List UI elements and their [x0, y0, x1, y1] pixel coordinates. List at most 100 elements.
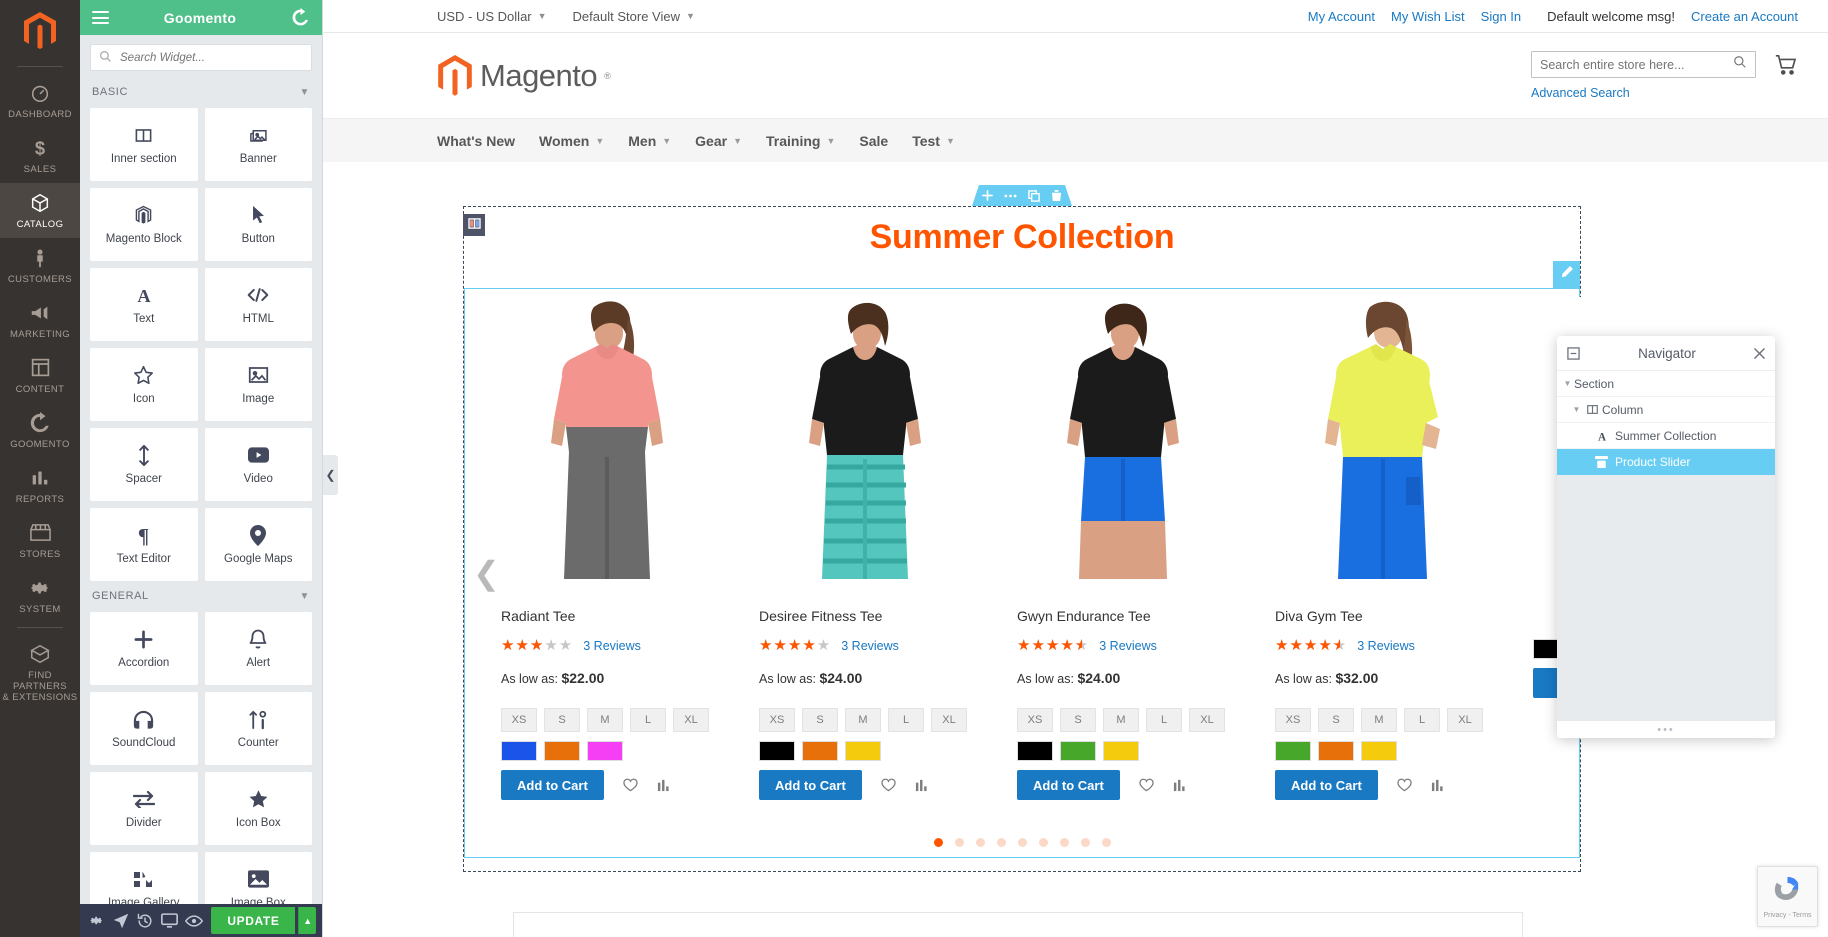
color-swatch[interactable]: [1318, 741, 1354, 761]
size-option[interactable]: L: [630, 708, 666, 732]
sidebar-item-customers[interactable]: CUSTOMERS: [0, 238, 80, 293]
navigator-panel[interactable]: Navigator ▼ Section ▼ Column A Summer Co…: [1557, 336, 1775, 738]
size-option[interactable]: XS: [759, 708, 795, 732]
product-image[interactable]: [1017, 297, 1253, 579]
builder-section[interactable]: Summer Collection ❮ Radiant Tee ★★★★★ ★★…: [463, 206, 1769, 872]
slider-dot[interactable]: [1080, 838, 1090, 847]
compare-icon[interactable]: [657, 778, 671, 792]
widget-icon[interactable]: Icon: [90, 348, 198, 421]
widget-banner[interactable]: Banner: [204, 108, 312, 181]
widget-image[interactable]: Image: [204, 348, 312, 421]
color-swatch[interactable]: [759, 741, 795, 761]
product-name[interactable]: Desiree Fitness Tee: [759, 608, 995, 624]
section-toolbar[interactable]: [972, 185, 1072, 206]
size-option[interactable]: S: [544, 708, 580, 732]
preview-eye-icon[interactable]: [183, 907, 204, 934]
advanced-search-link[interactable]: Advanced Search: [1531, 86, 1756, 100]
slider-dot[interactable]: [1017, 838, 1027, 847]
column-handle[interactable]: [463, 214, 485, 236]
star-rating[interactable]: ★★★★★ ★★★★★: [759, 638, 831, 653]
size-option[interactable]: S: [802, 708, 838, 732]
sign-in-link[interactable]: Sign In: [1481, 9, 1521, 24]
widget-image-box[interactable]: Image Box: [204, 852, 312, 904]
nav-item-test[interactable]: Test ▼: [912, 133, 955, 149]
widget-magento-block[interactable]: Magento Block: [90, 188, 198, 261]
edit-widget-button[interactable]: [1553, 261, 1580, 288]
widget-icon-box[interactable]: Icon Box: [204, 772, 312, 845]
chevron-down-icon[interactable]: ▼: [1570, 405, 1583, 414]
heart-icon[interactable]: [623, 778, 638, 792]
product-card[interactable]: Diva Gym Tee ★★★★★ ★★★★★ 3 Reviews As lo…: [1275, 297, 1533, 800]
widget-counter[interactable]: Counter: [204, 692, 312, 765]
nav-item-sale[interactable]: Sale: [859, 133, 888, 149]
tree-item-column[interactable]: ▼ Column: [1557, 397, 1775, 423]
reviews-link[interactable]: 3 Reviews: [1099, 639, 1157, 653]
my-wish-list-link[interactable]: My Wish List: [1391, 9, 1465, 24]
store-view-switcher[interactable]: Default Store View ▼: [573, 9, 695, 24]
size-option[interactable]: S: [1060, 708, 1096, 732]
hamburger-icon[interactable]: [92, 11, 109, 24]
product-image[interactable]: [759, 297, 995, 579]
color-swatch[interactable]: [1060, 741, 1096, 761]
add-to-cart-button[interactable]: Add to Cart: [1275, 770, 1378, 800]
color-swatch[interactable]: [501, 741, 537, 761]
size-option[interactable]: L: [1404, 708, 1440, 732]
product-slider-widget[interactable]: ❮ Radiant Tee ★★★★★ ★★★ 3 Reviews As low…: [464, 261, 1769, 858]
add-to-cart-button[interactable]: Add to Cart: [1017, 770, 1120, 800]
sidebar-item-find-partners[interactable]: FIND PARTNERS & EXTENSIONS: [0, 634, 80, 711]
magento-logo-icon[interactable]: [0, 0, 80, 62]
search-input[interactable]: [1540, 57, 1733, 72]
compare-icon[interactable]: [1173, 778, 1187, 792]
nav-item-men[interactable]: Men ▼: [628, 133, 671, 149]
color-swatch[interactable]: [1017, 741, 1053, 761]
add-to-cart-button[interactable]: Add to Cart: [501, 770, 604, 800]
slider-dot[interactable]: [1101, 838, 1111, 847]
product-name[interactable]: Gwyn Endurance Tee: [1017, 608, 1253, 624]
sidebar-item-catalog[interactable]: CATALOG: [0, 183, 80, 238]
recaptcha-badge[interactable]: Privacy - Terms: [1757, 866, 1818, 927]
slider-prev-arrow[interactable]: ❮: [473, 557, 500, 589]
sidebar-item-reports[interactable]: REPORTS: [0, 458, 80, 513]
tree-item-section[interactable]: ▼ Section: [1557, 371, 1775, 397]
compare-icon[interactable]: [915, 778, 929, 792]
compare-icon[interactable]: [1431, 778, 1445, 792]
slider-dot[interactable]: [933, 838, 943, 847]
history-icon[interactable]: [135, 907, 156, 934]
size-option[interactable]: M: [1103, 708, 1139, 732]
slider-dot[interactable]: [996, 838, 1006, 847]
tree-item-product-slider[interactable]: Product Slider: [1557, 449, 1775, 475]
chevron-down-icon[interactable]: ▼: [1561, 379, 1574, 388]
reviews-link[interactable]: 3 Reviews: [1357, 639, 1415, 653]
size-option[interactable]: XL: [1447, 708, 1483, 732]
slider-dot[interactable]: [975, 838, 985, 847]
panel-collapse-handle[interactable]: ❮: [323, 455, 338, 495]
responsive-icon[interactable]: [159, 907, 180, 934]
heart-icon[interactable]: [881, 778, 896, 792]
nav-item-training[interactable]: Training ▼: [766, 133, 835, 149]
sidebar-item-goomento[interactable]: GOOMENTO: [0, 403, 80, 458]
section-title[interactable]: Summer Collection: [463, 218, 1581, 257]
add-to-cart-button[interactable]: Add to Cart: [759, 770, 862, 800]
tree-item-summer-collection[interactable]: A Summer Collection: [1557, 423, 1775, 449]
color-swatch[interactable]: [544, 741, 580, 761]
size-option[interactable]: M: [1361, 708, 1397, 732]
widget-text[interactable]: A Text: [90, 268, 198, 341]
widget-alert[interactable]: Alert: [204, 612, 312, 685]
product-card[interactable]: Gwyn Endurance Tee ★★★★★ ★★★★★ 3 Reviews…: [1017, 297, 1275, 800]
chevron-up-icon[interactable]: ▲: [298, 907, 316, 934]
color-swatch[interactable]: [1361, 741, 1397, 761]
product-name[interactable]: Radiant Tee: [501, 608, 737, 624]
store-logo[interactable]: Magento ®: [437, 54, 611, 97]
star-rating[interactable]: ★★★★★ ★★★★★: [501, 638, 573, 653]
size-option[interactable]: XS: [1017, 708, 1053, 732]
color-swatch[interactable]: [587, 741, 623, 761]
sidebar-item-sales[interactable]: $ SALES: [0, 128, 80, 183]
update-button[interactable]: UPDATE: [211, 907, 296, 934]
widget-text-editor[interactable]: ¶ Text Editor: [90, 508, 198, 581]
size-option[interactable]: XL: [931, 708, 967, 732]
my-account-link[interactable]: My Account: [1308, 9, 1375, 24]
search-input[interactable]: [91, 45, 311, 70]
product-card[interactable]: Desiree Fitness Tee ★★★★★ ★★★★★ 3 Review…: [759, 297, 1017, 800]
widget-accordion[interactable]: Accordion: [90, 612, 198, 685]
widget-list[interactable]: BASIC ▼ Inner section Banner Magento Blo…: [80, 77, 322, 904]
